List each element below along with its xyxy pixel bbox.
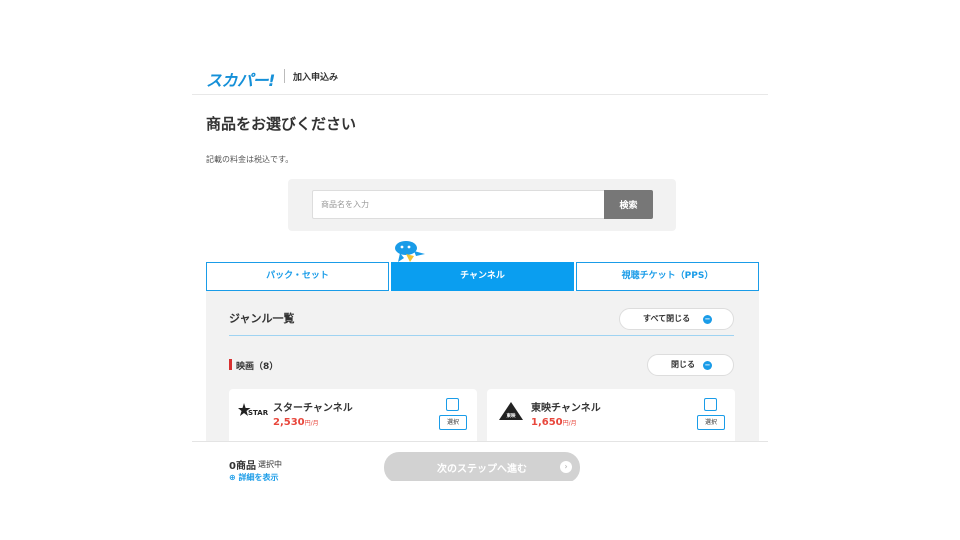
selection-footer: 0商品 選択中 ⊕ 詳細を表示 次のステップへ進む › xyxy=(192,441,768,481)
selected-count: 0商品 xyxy=(229,461,256,472)
channel-content: ジャンル一覧 すべて閉じる − 映画（8） 閉じる − STAR スターチャンネ… xyxy=(206,291,759,441)
genre-list-title: ジャンル一覧 xyxy=(229,312,295,325)
tab-channel[interactable]: チャンネル xyxy=(391,262,574,291)
price-value: 2,530 xyxy=(273,417,305,428)
search-box: 検索 xyxy=(288,179,676,231)
product-tabs: パック・セット チャンネル 視聴チケット（PPS） xyxy=(206,262,759,291)
page-title: 商品をお選びください xyxy=(206,115,357,133)
channel-card-toei[interactable]: 東映 東映チャンネル 1,650円/月 選択 xyxy=(487,389,735,441)
next-step-button[interactable]: 次のステップへ進む xyxy=(384,452,580,481)
channel-price: 1,650円/月 xyxy=(531,417,577,428)
channel-checkbox[interactable] xyxy=(446,398,459,411)
header: スカパー! 加入申込み xyxy=(192,58,768,95)
show-details-link[interactable]: ⊕ 詳細を表示 xyxy=(229,472,279,481)
tab-pack-set[interactable]: パック・セット xyxy=(206,262,389,291)
channel-name: スターチャンネル xyxy=(273,403,353,414)
skyperfect-logo[interactable]: スカパー! xyxy=(206,67,275,91)
close-category-button[interactable]: 閉じる − xyxy=(647,354,734,376)
tab-pps[interactable]: 視聴チケット（PPS） xyxy=(576,262,759,291)
price-unit: 円/月 xyxy=(304,420,319,427)
star-logo-text: STAR xyxy=(248,409,268,417)
channel-price: 2,530円/月 xyxy=(273,417,319,428)
tax-note: 記載の料金は税込です。 xyxy=(206,155,294,164)
search-input[interactable] xyxy=(312,190,606,219)
channel-select-label[interactable]: 選択 xyxy=(439,415,467,430)
header-divider xyxy=(284,69,285,83)
toei-channel-logo-icon: 東映 xyxy=(499,402,523,420)
star-channel-logo-icon: STAR xyxy=(238,403,268,417)
channel-name: 東映チャンネル xyxy=(531,403,601,414)
minus-icon: − xyxy=(703,361,712,370)
genre-divider xyxy=(229,335,734,336)
close-category-label: 閉じる xyxy=(671,360,695,369)
category-title: 映画（8） xyxy=(236,362,279,372)
mascot-icon xyxy=(395,241,425,262)
channel-card-star[interactable]: STAR スターチャンネル 2,530円/月 選択 xyxy=(229,389,477,441)
price-value: 1,650 xyxy=(531,417,563,428)
show-details-label: 詳細を表示 xyxy=(238,473,279,481)
search-button[interactable]: 検索 xyxy=(604,190,653,219)
category-marker xyxy=(229,359,232,370)
chevron-right-icon: › xyxy=(560,461,572,473)
close-all-label: すべて閉じる xyxy=(643,314,691,323)
toei-logo-text: 東映 xyxy=(507,412,516,419)
price-unit: 円/月 xyxy=(562,420,577,427)
close-all-button[interactable]: すべて閉じる − xyxy=(619,308,734,330)
selected-label: 選択中 xyxy=(258,460,282,469)
minus-icon: − xyxy=(703,315,712,324)
header-title: 加入申込み xyxy=(293,73,339,83)
channel-select-label[interactable]: 選択 xyxy=(697,415,725,430)
channel-checkbox[interactable] xyxy=(704,398,717,411)
